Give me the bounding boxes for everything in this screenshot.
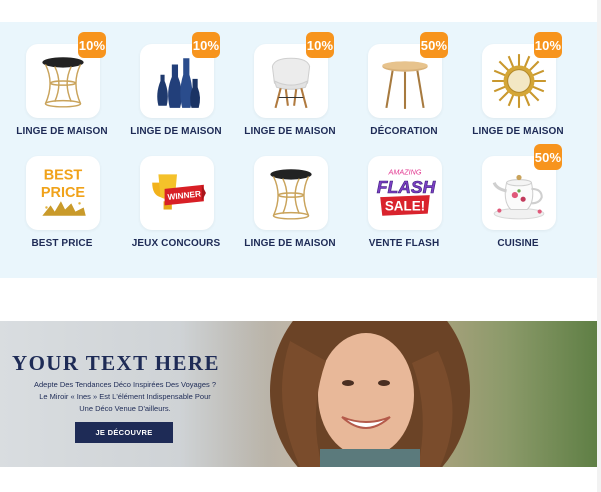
discount-badge: 50% [420, 32, 448, 58]
top-strip [0, 0, 597, 22]
category-tile[interactable]: WINNER [140, 156, 214, 230]
vases-icon [157, 58, 201, 108]
category-label: LINGE DE MAISON [244, 238, 336, 249]
discount-badge: 50% [534, 144, 562, 170]
hero-title: YOUR TEXT HERE [12, 351, 220, 375]
category-item[interactable]: BEST PRICE BEST PRICE [0, 134, 114, 249]
discount-badge: 10% [534, 32, 562, 58]
round-table-icon [382, 61, 428, 109]
amazing-word: AMAZING [388, 167, 422, 176]
hero-line: Le Miroir « Ines » Est L'élément Indispe… [39, 392, 211, 401]
flash-sale-icon: AMAZING FLASH SALE! [376, 167, 436, 216]
category-label: VENTE FLASH [368, 238, 440, 249]
sun-mirror-icon [492, 54, 546, 108]
discount-badge: 10% [78, 32, 106, 58]
category-label: CUISINE [497, 238, 539, 249]
category-panel: 10% LINGE DE MAISON 10% LINGE DE MAISON [0, 22, 597, 278]
category-item[interactable]: AMAZING FLASH SALE! VENTE FLASH [342, 134, 456, 249]
hero-line: Une Déco Venue D'ailleurs. [79, 404, 171, 413]
woman-photo [230, 321, 597, 467]
scroll-edge [597, 0, 601, 492]
category-tile[interactable]: BEST PRICE [26, 156, 100, 230]
category-item[interactable]: WINNER JEUX CONCOURS [114, 134, 228, 249]
discount-badge: 10% [192, 32, 220, 58]
price-word: PRICE [41, 185, 86, 201]
sale-word: SALE! [385, 199, 425, 214]
discover-button[interactable]: JE DÉCOUVRE [75, 422, 173, 443]
hero-description: Adepte Des Tendances Déco Inspirées Des … [20, 379, 230, 415]
category-label: JEUX CONCOURS [131, 238, 221, 249]
category-item[interactable]: 50% DÉCORATION [342, 22, 456, 137]
flash-word: FLASH [377, 177, 436, 197]
category-item[interactable]: 10% LINGE DE MAISON [114, 22, 228, 137]
hero-banner: YOUR TEXT HERE Adepte Des Tendances Déco… [0, 321, 597, 467]
side-table-icon [270, 169, 312, 220]
category-item[interactable]: 10% LINGE DE MAISON [228, 22, 342, 137]
chair-icon [271, 57, 311, 109]
category-label: BEST PRICE [31, 238, 93, 249]
category-item[interactable]: LINGE DE MAISON [228, 134, 342, 249]
discount-badge: 10% [306, 32, 334, 58]
category-tile[interactable] [254, 156, 328, 230]
category-item[interactable]: 10% LINGE DE MAISON [456, 22, 570, 137]
best-price-icon: BEST PRICE [41, 168, 86, 216]
hero-line: Adepte Des Tendances Déco Inspirées Des … [33, 380, 217, 389]
category-item[interactable]: 10% LINGE DE MAISON [0, 22, 114, 137]
category-item[interactable]: 50% CUISINE [456, 134, 570, 249]
category-tile[interactable]: AMAZING FLASH SALE! [368, 156, 442, 230]
side-table-icon [42, 57, 84, 108]
teapot-icon [492, 174, 545, 220]
best-word: BEST [44, 168, 83, 184]
winner-trophy-icon: WINNER [152, 174, 206, 210]
